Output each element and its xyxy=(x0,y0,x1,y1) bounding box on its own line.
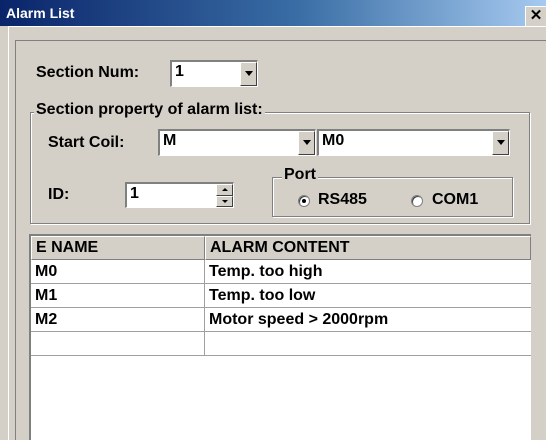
section-property-title: Section property of alarm list: xyxy=(34,101,265,119)
radio-rs485-label[interactable]: RS485 xyxy=(318,191,367,209)
chevron-down-icon[interactable] xyxy=(240,62,257,86)
radio-rs485[interactable] xyxy=(298,195,310,207)
start-coil-type-select[interactable]: M xyxy=(158,129,316,156)
close-icon: ✕ xyxy=(529,7,543,24)
id-value: 1 xyxy=(130,185,139,202)
alarm-list-dialog: Alarm List ✕ Section Num: 1 Section prop… xyxy=(0,0,546,440)
section-num-label: Section Num: xyxy=(36,64,140,81)
title-bar[interactable]: Alarm List xyxy=(0,0,546,26)
close-button[interactable]: ✕ xyxy=(525,6,546,26)
table-row[interactable]: M0 Temp. too high xyxy=(31,260,531,284)
table-row[interactable]: M2 Motor speed > 2000rpm xyxy=(31,308,531,332)
id-spinner[interactable]: 1 xyxy=(125,182,234,208)
id-label: ID: xyxy=(48,186,70,203)
cell-e-name[interactable]: M2 xyxy=(31,308,205,332)
column-header-e-name[interactable]: E NAME xyxy=(31,236,205,260)
radio-com1-label[interactable]: COM1 xyxy=(432,191,478,209)
cell-e-name[interactable]: M0 xyxy=(31,260,205,284)
table-row[interactable]: M1 Temp. too low xyxy=(31,284,531,308)
section-num-select[interactable]: 1 xyxy=(170,60,258,87)
table-row[interactable] xyxy=(31,332,531,356)
spin-down-icon[interactable] xyxy=(216,195,233,207)
cell-alarm-content[interactable]: Motor speed > 2000rpm xyxy=(205,308,531,332)
column-header-alarm-content[interactable]: ALARM CONTENT xyxy=(205,236,531,260)
window-title: Alarm List xyxy=(6,5,75,21)
start-coil-address-value: M0 xyxy=(322,132,345,149)
spin-up-icon[interactable] xyxy=(216,184,233,196)
start-coil-label: Start Coil: xyxy=(48,134,125,151)
start-coil-address-select[interactable]: M0 xyxy=(317,129,510,156)
cell-alarm-content[interactable]: Temp. too high xyxy=(205,260,531,284)
cell-e-name[interactable]: M1 xyxy=(31,284,205,308)
cell-e-name[interactable] xyxy=(31,332,205,356)
section-num-value: 1 xyxy=(175,63,184,80)
port-title: Port xyxy=(282,166,318,184)
radio-com1[interactable] xyxy=(411,195,423,207)
start-coil-type-value: M xyxy=(163,132,177,149)
cell-alarm-content[interactable]: Temp. too low xyxy=(205,284,531,308)
cell-alarm-content[interactable] xyxy=(205,332,531,356)
chevron-down-icon[interactable] xyxy=(492,131,509,155)
chevron-down-icon[interactable] xyxy=(298,131,315,155)
alarm-table[interactable]: E NAME ALARM CONTENT M0 Temp. too high M… xyxy=(29,234,531,440)
